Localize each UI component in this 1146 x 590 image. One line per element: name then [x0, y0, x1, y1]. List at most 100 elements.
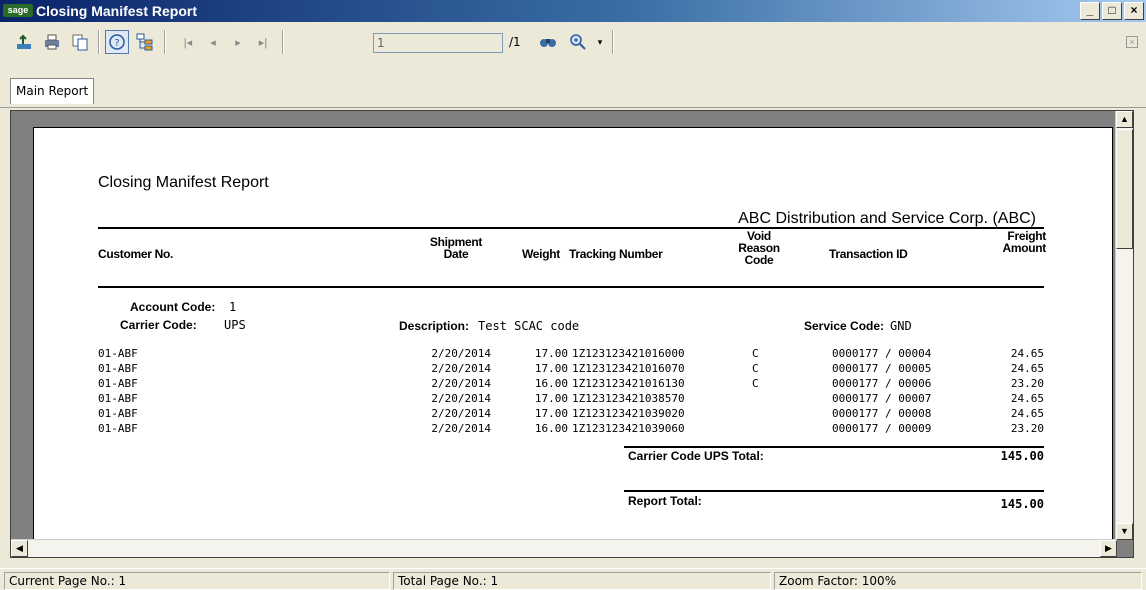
row-tracking: 1Z123123421016000 — [572, 347, 685, 360]
row-customer: 01-ABF — [98, 377, 138, 390]
row-amount: 23.20 — [1010, 422, 1044, 435]
description-label: Description: — [399, 319, 470, 333]
company-name: ABC Distribution and Service Corp. (ABC) — [738, 210, 1036, 227]
service-code-value: GND — [890, 319, 912, 333]
page-count-label: /1 — [509, 35, 521, 49]
export-icon[interactable] — [12, 30, 36, 54]
vertical-scroll-thumb[interactable] — [1116, 129, 1133, 249]
carrier-code-label: Carrier Code: — [120, 318, 197, 332]
next-page-icon[interactable]: ▸ — [226, 30, 250, 54]
window-title: Closing Manifest Report — [36, 3, 198, 19]
row-amount: 23.20 — [1010, 377, 1044, 390]
report-total-label: Report Total: — [628, 494, 702, 508]
col-weight: Weight — [522, 247, 560, 261]
row-date: 2/20/2014 — [431, 362, 491, 375]
col-transaction: Transaction ID — [829, 247, 908, 261]
row-txn: 0000177 / 00007 — [832, 392, 932, 405]
help-icon[interactable]: ? — [105, 30, 129, 54]
print-icon[interactable] — [40, 30, 64, 54]
report-total-value: 145.00 — [1000, 497, 1044, 511]
horizontal-scrollbar[interactable]: ◀ ▶ — [11, 539, 1117, 557]
row-txn: 0000177 / 00004 — [832, 347, 932, 360]
scroll-up-icon[interactable]: ▲ — [1116, 111, 1133, 128]
col-ship-date: Shipment Date — [429, 235, 483, 261]
scroll-right-icon[interactable]: ▶ — [1100, 540, 1117, 557]
row-txn: 0000177 / 00005 — [832, 362, 932, 375]
row-date: 2/20/2014 — [431, 407, 491, 420]
first-page-icon[interactable]: |◂ — [176, 30, 200, 54]
status-total-page: Total Page No.: 1 — [393, 572, 771, 590]
tab-strip: Main Report — [0, 74, 1146, 108]
row-amount: 24.65 — [1010, 362, 1044, 375]
row-date: 2/20/2014 — [431, 377, 491, 390]
row-weight: 16.00 — [534, 422, 568, 435]
row-txn: 0000177 / 00008 — [832, 407, 932, 420]
row-txn: 0000177 / 00006 — [832, 377, 932, 390]
report-title: Closing Manifest Report — [98, 174, 269, 191]
report-page: Closing Manifest Report ABC Distribution… — [33, 127, 1113, 557]
row-amount: 24.65 — [1010, 347, 1044, 360]
title-bar[interactable]: sage Closing Manifest Report _ □ × — [0, 0, 1146, 22]
account-code-value: 1 — [229, 300, 237, 314]
row-customer: 01-ABF — [98, 407, 138, 420]
row-customer: 01-ABF — [98, 422, 138, 435]
vertical-scrollbar[interactable]: ▲ ▼ — [1115, 111, 1133, 540]
minimize-button[interactable]: _ — [1080, 2, 1100, 20]
row-weight: 17.00 — [534, 407, 568, 420]
report-viewport: Closing Manifest Report ABC Distribution… — [10, 110, 1134, 558]
status-bar: Current Page No.: 1 Total Page No.: 1 Zo… — [0, 568, 1146, 590]
status-current-page: Current Page No.: 1 — [4, 572, 390, 590]
carrier-total-value: 145.00 — [1000, 449, 1044, 463]
row-weight: 16.00 — [534, 377, 568, 390]
col-tracking: Tracking Number — [569, 247, 663, 261]
search-icon[interactable] — [536, 30, 560, 54]
row-customer: 01-ABF — [98, 347, 138, 360]
row-date: 2/20/2014 — [431, 422, 491, 435]
row-tracking: 1Z123123421039020 — [572, 407, 685, 420]
col-customer: Customer No. — [98, 247, 174, 261]
row-weight: 17.00 — [534, 362, 568, 375]
row-tracking: 1Z123123421038570 — [572, 392, 685, 405]
row-tracking: 1Z123123421039060 — [572, 422, 685, 435]
row-date: 2/20/2014 — [431, 392, 491, 405]
tab-main-report[interactable]: Main Report — [10, 78, 95, 104]
copy-icon[interactable] — [68, 30, 92, 54]
row-amount: 24.65 — [1010, 392, 1044, 405]
last-page-icon[interactable]: ▸| — [251, 30, 275, 54]
account-code-label: Account Code: — [130, 300, 216, 314]
row-txn: 0000177 / 00009 — [832, 422, 932, 435]
page-number-input[interactable]: 1 — [373, 33, 503, 53]
row-customer: 01-ABF — [98, 392, 138, 405]
row-tracking: 1Z123123421016130 — [572, 377, 685, 390]
scroll-down-icon[interactable]: ▼ — [1116, 523, 1133, 540]
zoom-icon[interactable] — [566, 30, 590, 54]
chevron-down-icon[interactable]: ▾ — [588, 30, 612, 54]
toolbar: ? |◂ ◂ ▸ ▸| 1 /1 ▾ × — [0, 22, 1146, 74]
svg-text:?: ? — [114, 38, 119, 49]
row-void: C — [752, 347, 759, 360]
row-amount: 24.65 — [1010, 407, 1044, 420]
row-void: C — [752, 362, 759, 375]
row-customer: 01-ABF — [98, 362, 138, 375]
maximize-button[interactable]: □ — [1102, 2, 1122, 20]
description-value: Test SCAC code — [478, 319, 580, 333]
close-icon[interactable]: × — [1126, 36, 1138, 48]
service-code-label: Service Code: — [804, 319, 885, 333]
report-window: sage Closing Manifest Report _ □ × ? |◂ … — [0, 0, 1146, 590]
sage-logo: sage — [3, 4, 33, 17]
row-void: C — [752, 377, 759, 390]
close-button[interactable]: × — [1124, 2, 1144, 20]
col-freight: Freight Amount — [1002, 229, 1046, 255]
row-date: 2/20/2014 — [431, 347, 491, 360]
prev-page-icon[interactable]: ◂ — [201, 30, 225, 54]
carrier-total-label: Carrier Code UPS Total: — [628, 449, 764, 463]
row-tracking: 1Z123123421016070 — [572, 362, 685, 375]
row-weight: 17.00 — [534, 347, 568, 360]
row-weight: 17.00 — [534, 392, 568, 405]
col-void: Void Reason Code — [738, 229, 780, 267]
window-controls: _ □ × — [1080, 2, 1144, 20]
status-zoom: Zoom Factor: 100% — [774, 572, 1142, 590]
carrier-code-value: UPS — [224, 318, 246, 332]
scroll-left-icon[interactable]: ◀ — [11, 540, 28, 557]
group-tree-icon[interactable] — [133, 30, 157, 54]
